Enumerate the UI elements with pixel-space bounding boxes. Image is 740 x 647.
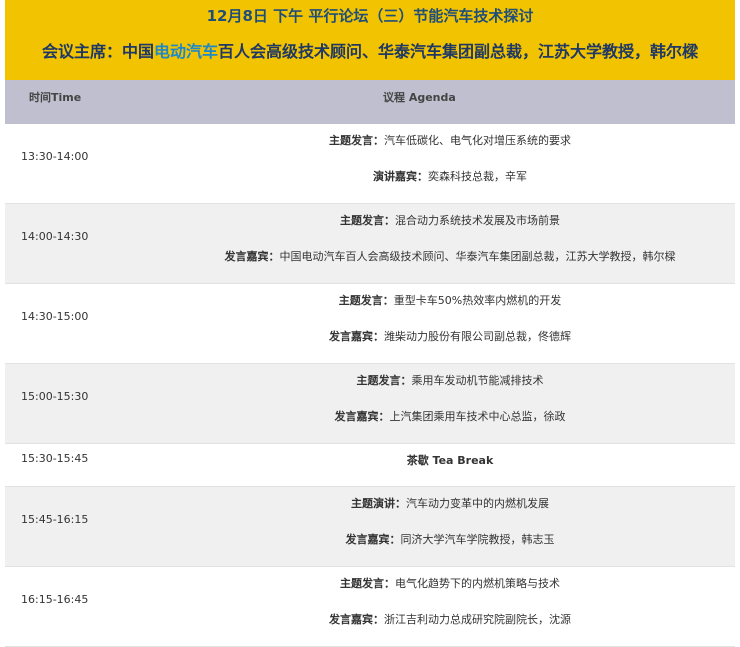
- speaker-text: 奕森科技总裁，辛军: [428, 170, 527, 183]
- break-line: 茶歇 Tea Break: [5, 452, 735, 468]
- speaker-label: 发言嘉宾：: [329, 613, 384, 626]
- chair-suffix: 百人会高级技术顾问、华泰汽车集团副总裁，江苏大学教授，韩尔樑: [218, 42, 699, 61]
- chair-prefix: 会议主席：中国: [41, 42, 154, 61]
- table-row: 15:45-16:15 主题演讲：汽车动力变革中的内燃机发展 发言嘉宾：同济大学…: [5, 487, 735, 567]
- topic-line: 主题发言：混合动力系统技术发展及市场前景: [5, 212, 735, 228]
- table-row: 14:30-15:00 主题发言：重型卡车50%热效率内燃机的开发 发言嘉宾：潍…: [5, 284, 735, 364]
- topic-line: 主题发言：重型卡车50%热效率内燃机的开发: [5, 292, 735, 308]
- speaker-text: 潍柴动力股份有限公司副总裁，佟德辉: [384, 330, 571, 343]
- forum-title: 12月8日 下午 平行论坛（三）节能汽车技术探讨: [206, 7, 534, 25]
- topic-line: 主题发言：乘用车发动机节能减排技术: [5, 372, 735, 388]
- table-row: 16:15-16:45 主题发言：电气化趋势下的内燃机策略与技术 发言嘉宾：浙江…: [5, 567, 735, 647]
- speaker-label: 发言嘉宾：: [329, 330, 384, 343]
- topic-line: 主题发言：电气化趋势下的内燃机策略与技术: [5, 575, 735, 591]
- topic-label: 主题发言：: [329, 134, 384, 147]
- table-row: 13:30-14:00 主题发言：汽车低碳化、电气化对增压系统的要求 演讲嘉宾：…: [5, 124, 735, 204]
- topic-label: 主题发言：: [338, 294, 394, 307]
- speaker-text: 中国电动汽车百人会高级技术顾问、华泰汽车集团副总裁，江苏大学教授，韩尔樑: [279, 250, 676, 263]
- agenda-header: 12月8日 下午 平行论坛（三）节能汽车技术探讨 会议主席：中国电动汽车百人会高…: [5, 0, 735, 80]
- session-time: 15:00-15:30: [21, 390, 89, 403]
- chair-line: 会议主席：中国电动汽车百人会高级技术顾问、华泰汽车集团副总裁，江苏大学教授，韩尔…: [5, 40, 735, 64]
- session-time: 14:30-15:00: [21, 310, 89, 323]
- column-header-row: 时间Time 议程 Agenda: [5, 80, 735, 124]
- table-row: 15:30-15:45 茶歇 Tea Break: [5, 444, 735, 487]
- topic-label: 主题发言：: [340, 577, 395, 590]
- speaker-line: 发言嘉宾：潍柴动力股份有限公司副总裁，佟德辉: [5, 328, 735, 344]
- speaker-text: 浙江吉利动力总成研究院副院长，沈源: [384, 613, 571, 626]
- session-time: 15:45-16:15: [21, 513, 89, 526]
- speaker-line: 发言嘉宾：浙江吉利动力总成研究院副院长，沈源: [5, 611, 735, 627]
- speaker-label: 发言嘉宾：: [334, 410, 390, 423]
- speaker-label: 发言嘉宾：: [345, 533, 401, 546]
- topic-text: 电气化趋势下的内燃机策略与技术: [395, 577, 560, 590]
- speaker-line: 发言嘉宾：中国电动汽车百人会高级技术顾问、华泰汽车集团副总裁，江苏大学教授，韩尔…: [5, 248, 735, 264]
- agenda-table: 13:30-14:00 主题发言：汽车低碳化、电气化对增压系统的要求 演讲嘉宾：…: [5, 124, 735, 647]
- chair-highlight-link[interactable]: 电动汽车: [154, 42, 218, 61]
- speaker-line: 演讲嘉宾：奕森科技总裁，辛军: [5, 168, 735, 184]
- topic-text: 重型卡车50%热效率内燃机的开发: [393, 294, 562, 307]
- table-row: 14:00-14:30 主题发言：混合动力系统技术发展及市场前景 发言嘉宾：中国…: [5, 204, 735, 284]
- topic-label: 主题演讲：: [351, 497, 406, 510]
- column-header-time: 时间Time: [29, 91, 82, 104]
- session-time: 16:15-16:45: [21, 593, 89, 606]
- speaker-label: 演讲嘉宾：: [373, 170, 428, 183]
- table-row: 15:00-15:30 主题发言：乘用车发动机节能减排技术 发言嘉宾：上汽集团乘…: [5, 364, 735, 444]
- session-time: 14:00-14:30: [21, 230, 89, 243]
- topic-text: 汽车低碳化、电气化对增压系统的要求: [384, 134, 571, 147]
- speaker-text: 上汽集团乘用车技术中心总监，徐政: [389, 410, 566, 423]
- tea-break-text: 茶歇 Tea Break: [406, 454, 494, 467]
- session-time: 13:30-14:00: [21, 150, 89, 163]
- topic-label: 主题发言：: [340, 214, 395, 227]
- speaker-line: 发言嘉宾：同济大学汽车学院教授，韩志玉: [5, 531, 735, 547]
- topic-text: 混合动力系统技术发展及市场前景: [395, 214, 560, 227]
- topic-label: 主题发言：: [356, 374, 412, 387]
- topic-text: 汽车动力变革中的内燃机发展: [406, 497, 549, 510]
- speaker-line: 发言嘉宾：上汽集团乘用车技术中心总监，徐政: [5, 408, 735, 424]
- speaker-text: 同济大学汽车学院教授，韩志玉: [400, 533, 555, 546]
- topic-line: 主题演讲：汽车动力变革中的内燃机发展: [5, 495, 735, 511]
- column-header-agenda: 议程 Agenda: [383, 91, 456, 104]
- topic-text: 乘用车发动机节能减排技术: [411, 374, 544, 387]
- topic-line: 主题发言：汽车低碳化、电气化对增压系统的要求: [5, 132, 735, 148]
- speaker-label: 发言嘉宾：: [224, 250, 280, 263]
